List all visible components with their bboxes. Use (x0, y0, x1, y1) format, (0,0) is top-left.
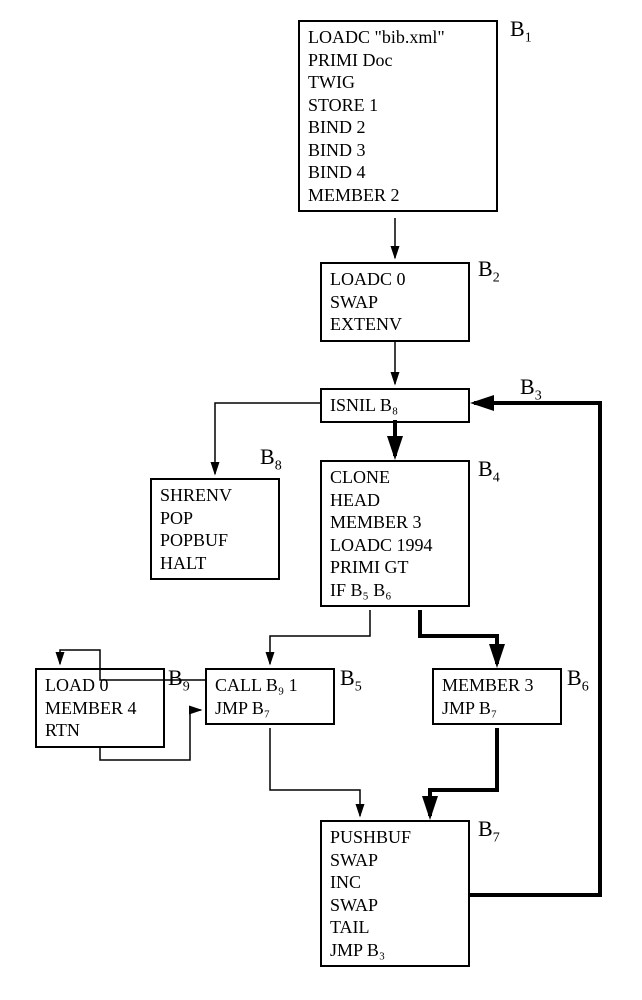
code-line: BIND 2 (308, 116, 488, 139)
code-line: JMP B₃ (330, 939, 460, 962)
code-line: CALL B₉ 1 (215, 674, 325, 697)
code-line: POPBUF (160, 529, 270, 552)
code-line: BIND 3 (308, 139, 488, 162)
code-line: LOADC "bib.xml" (308, 26, 488, 49)
block-b9: LOAD 0 MEMBER 4 RTN (35, 668, 165, 748)
code-line: LOADC 1994 (330, 534, 460, 557)
code-line: SWAP (330, 849, 460, 872)
block-b2: LOADC 0 SWAP EXTENV (320, 262, 470, 342)
label-b9: B9 (168, 665, 190, 695)
code-line: HEAD (330, 489, 460, 512)
label-b4: B4 (478, 456, 500, 486)
block-b7: PUSHBUF SWAP INC SWAP TAIL JMP B₃ (320, 820, 470, 967)
code-line: PRIMI GT (330, 556, 460, 579)
code-line: TAIL (330, 916, 460, 939)
block-b6: MEMBER 3 JMP B₇ (432, 668, 562, 725)
code-line: HALT (160, 552, 270, 575)
code-line: MEMBER 2 (308, 184, 488, 207)
code-line: PUSHBUF (330, 826, 460, 849)
block-b4: CLONE HEAD MEMBER 3 LOADC 1994 PRIMI GT … (320, 460, 470, 607)
code-line: IF B₅ B₆ (330, 579, 460, 602)
code-line: POP (160, 507, 270, 530)
label-b5: B5 (340, 665, 362, 695)
block-b3: ISNIL B₈ (320, 388, 470, 423)
code-line: ISNIL B₈ (330, 394, 460, 417)
label-b2: B2 (478, 256, 500, 286)
code-line: JMP B₇ (442, 697, 552, 720)
code-line: CLONE (330, 466, 460, 489)
code-line: BIND 4 (308, 161, 488, 184)
code-line: SWAP (330, 291, 460, 314)
label-b8: B8 (260, 444, 282, 474)
code-line: MEMBER 3 (442, 674, 552, 697)
block-b1: LOADC "bib.xml" PRIMI Doc TWIG STORE 1 B… (298, 20, 498, 212)
code-line: PRIMI Doc (308, 49, 488, 72)
label-b7: B7 (478, 816, 500, 846)
code-line: LOAD 0 (45, 674, 155, 697)
label-b6: B6 (567, 665, 589, 695)
code-line: STORE 1 (308, 94, 488, 117)
code-line: SHRENV (160, 484, 270, 507)
code-line: LOADC 0 (330, 268, 460, 291)
code-line: SWAP (330, 894, 460, 917)
code-line: TWIG (308, 71, 488, 94)
label-b3: B3 (520, 374, 542, 404)
block-b8: SHRENV POP POPBUF HALT (150, 478, 280, 580)
label-b1: B1 (510, 16, 532, 46)
code-line: MEMBER 4 (45, 697, 155, 720)
code-line: MEMBER 3 (330, 511, 460, 534)
code-line: INC (330, 871, 460, 894)
block-b5: CALL B₉ 1 JMP B₇ (205, 668, 335, 725)
code-line: JMP B₇ (215, 697, 325, 720)
code-line: RTN (45, 719, 155, 742)
code-line: EXTENV (330, 313, 460, 336)
